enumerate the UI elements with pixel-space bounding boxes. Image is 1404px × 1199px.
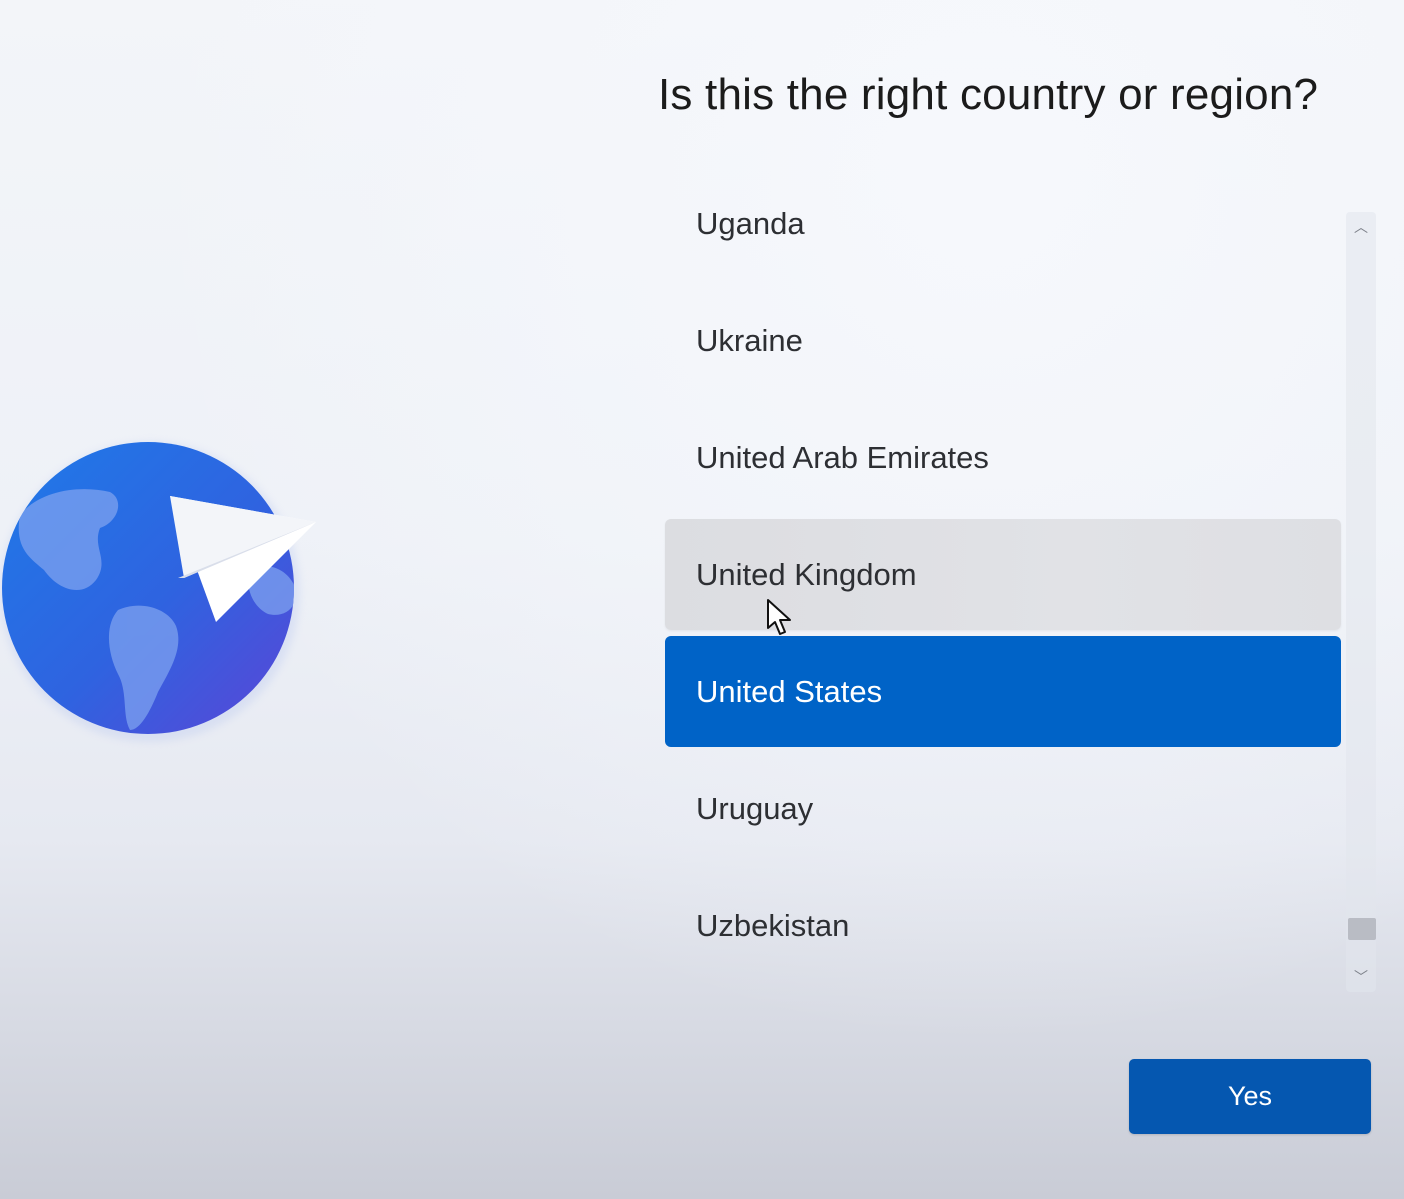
chevron-up-icon[interactable]: ︿ [1346, 214, 1376, 240]
list-item-united-states[interactable]: United States [665, 636, 1341, 747]
chevron-down-icon[interactable]: ﹀ [1346, 964, 1376, 990]
list-item-uruguay[interactable]: Uruguay [665, 753, 1341, 864]
list-item-uzbekistan[interactable]: Uzbekistan [665, 870, 1341, 981]
scrollbar-thumb[interactable] [1348, 918, 1376, 940]
list-item-label: Uzbekistan [696, 907, 850, 943]
mouse-cursor-icon [766, 598, 794, 638]
list-item-label: United States [696, 673, 883, 709]
list-item-label: Ukraine [696, 322, 803, 358]
scrollbar[interactable]: ︿ ﹀ [1346, 212, 1376, 992]
list-item-label: United Arab Emirates [696, 439, 989, 475]
list-item-label: Uganda [696, 205, 805, 241]
list-item-label: United Kingdom [696, 556, 917, 592]
globe-with-paper-plane-icon [0, 430, 330, 750]
list-item-united-arab-emirates[interactable]: United Arab Emirates [665, 402, 1341, 513]
yes-button[interactable]: Yes [1129, 1059, 1371, 1134]
page-title: Is this the right country or region? [658, 70, 1319, 119]
list-item-uganda[interactable]: Uganda [665, 168, 1341, 279]
list-item-label: Uruguay [696, 790, 814, 826]
country-list[interactable]: Uganda Ukraine United Arab Emirates Unit… [665, 168, 1341, 990]
list-item-ukraine[interactable]: Ukraine [665, 285, 1341, 396]
